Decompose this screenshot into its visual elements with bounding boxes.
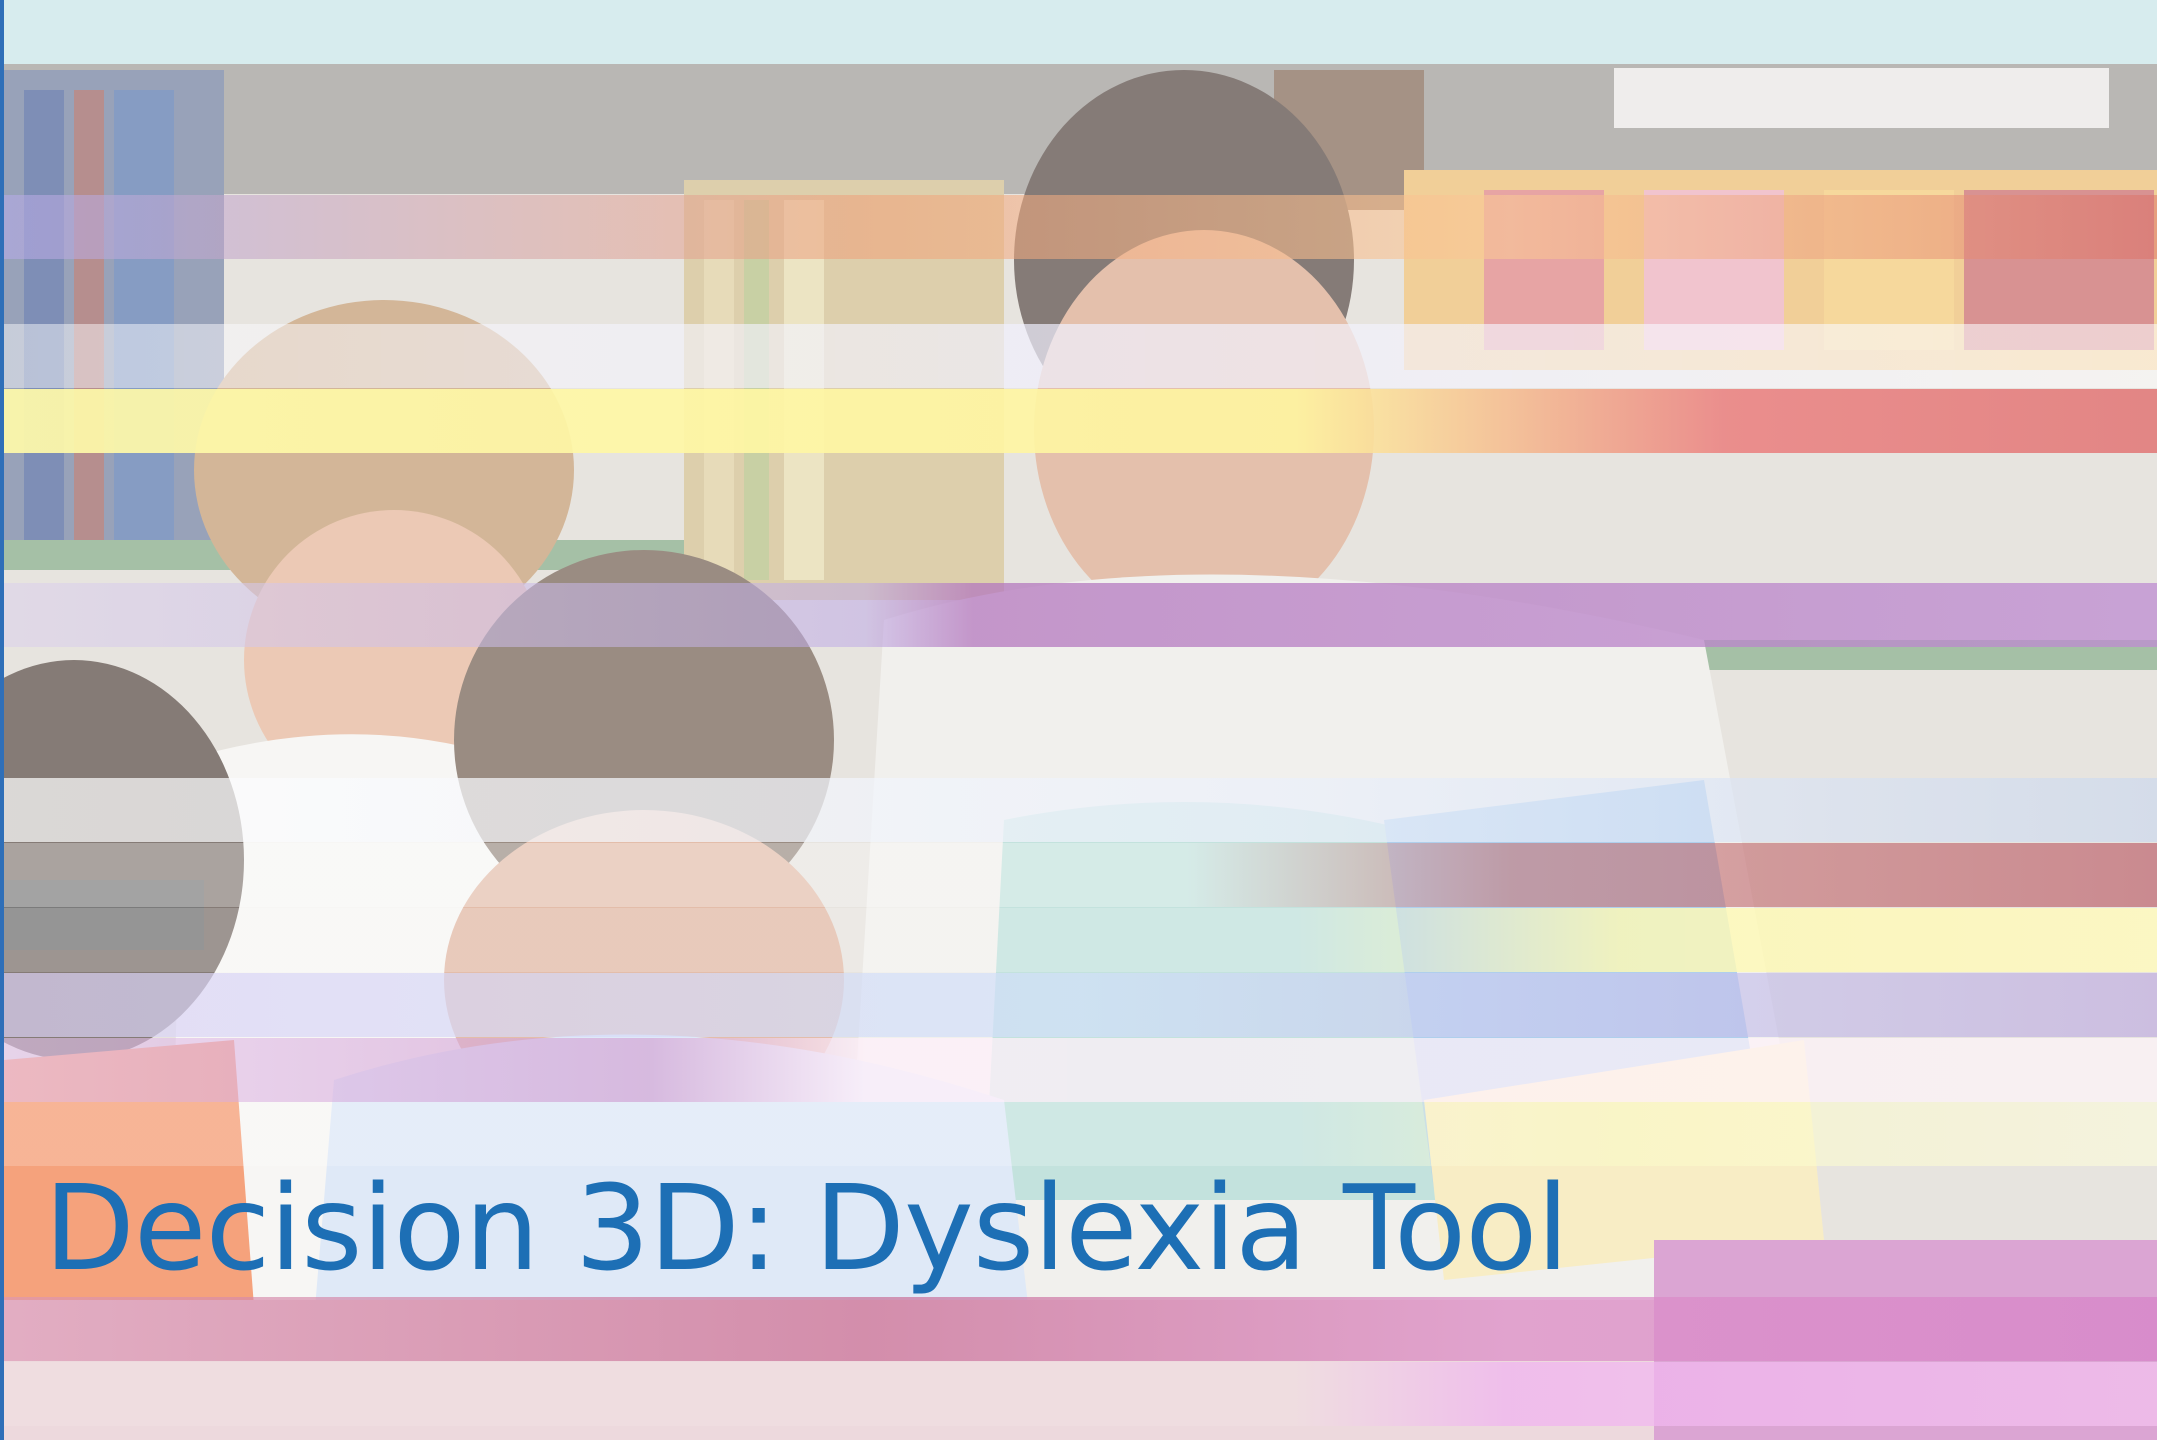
glitch-band — [4, 195, 2157, 259]
glitch-band — [4, 973, 2157, 1037]
glitch-band — [4, 583, 2157, 647]
slide-title: Decision 3D: Dyslexia Tool — [44, 1159, 1569, 1297]
glitch-band — [4, 778, 2157, 842]
glitch-band — [4, 1297, 2157, 1361]
glitch-band — [4, 324, 2157, 388]
glitch-band — [4, 389, 2157, 453]
glitch-band — [4, 843, 2157, 907]
title-slide: Decision 3D: Dyslexia Tool — [0, 0, 2157, 1440]
glitch-band — [4, 908, 2157, 972]
glitch-band — [4, 1102, 2157, 1166]
left-accent-rule — [0, 0, 4, 1440]
glitch-band — [4, 1038, 2157, 1102]
glitch-band — [4, 1362, 2157, 1426]
